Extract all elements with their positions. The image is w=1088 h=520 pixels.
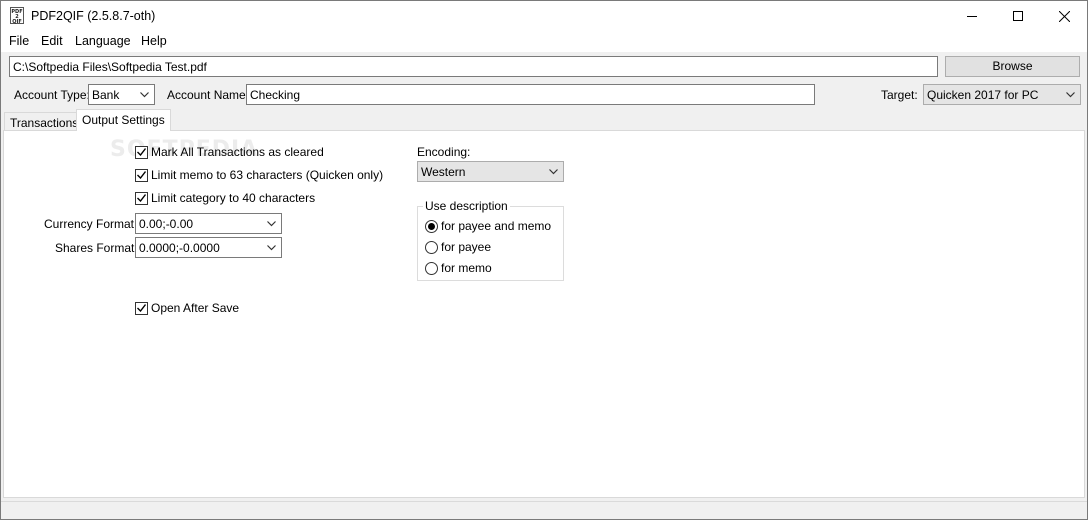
title-bar[interactable]: PDF 2 QIF PDF2QIF (2.5.8.7-oth) <box>1 1 1087 31</box>
encoding-value: Western <box>421 165 466 179</box>
target-select[interactable]: Quicken 2017 for PC <box>923 84 1081 105</box>
checkbox-box <box>135 191 148 205</box>
maximize-icon <box>1013 11 1023 21</box>
open-after-save-label: Open After Save <box>151 301 240 315</box>
menu-help[interactable]: Help <box>141 34 167 48</box>
radio-payee[interactable]: for payee <box>425 240 491 254</box>
mark-cleared-label: Mark All Transactions as cleared <box>151 145 324 159</box>
chevron-down-icon <box>137 87 151 102</box>
app-icon-text-3: QIF <box>12 19 22 25</box>
checkmark-icon <box>137 194 146 202</box>
radio-memo-label: for memo <box>441 261 492 275</box>
radio-memo[interactable]: for memo <box>425 261 492 275</box>
window-title: PDF2QIF (2.5.8.7-oth) <box>31 9 156 23</box>
limit-category-label: Limit category to 40 characters <box>151 191 316 205</box>
mark-cleared-checkbox[interactable]: Mark All Transactions as cleared <box>135 145 324 159</box>
chevron-down-icon <box>1063 87 1077 102</box>
encoding-select[interactable]: Western <box>417 161 564 182</box>
chevron-down-icon <box>264 216 278 231</box>
shares-format-select[interactable]: 0.0000;-0.0000 <box>135 237 282 258</box>
status-bar <box>1 501 1087 519</box>
file-path-input[interactable]: C:\Softpedia Files\Softpedia Test.pdf <box>9 56 938 77</box>
radio-payee-label: for payee <box>441 240 492 254</box>
shares-format-label: Shares Format: <box>55 241 138 255</box>
app-window: PDF 2 QIF PDF2QIF (2.5.8.7-oth) File Edi… <box>0 0 1088 520</box>
account-type-value: Bank <box>92 88 120 102</box>
currency-format-value: 0.00;-0.00 <box>139 217 194 231</box>
chevron-down-icon <box>264 240 278 255</box>
browse-button[interactable]: Browse <box>945 56 1080 77</box>
target-label: Target: <box>881 88 918 102</box>
checkmark-icon <box>137 171 146 179</box>
limit-memo-label: Limit memo to 63 characters (Quicken onl… <box>151 168 384 182</box>
minimize-icon <box>967 16 977 17</box>
currency-format-label: Currency Format: <box>44 217 138 231</box>
account-type-select[interactable]: Bank <box>88 84 155 105</box>
radio-payee-and-memo[interactable]: for payee and memo <box>425 219 551 233</box>
chevron-down-icon <box>546 164 560 179</box>
radio-selected-icon <box>425 219 438 233</box>
use-description-title: Use description <box>423 199 510 213</box>
limit-memo-checkbox[interactable]: Limit memo to 63 characters (Quicken onl… <box>135 168 383 182</box>
tab-transactions[interactable]: Transactions <box>4 112 85 132</box>
checkbox-box <box>135 301 148 315</box>
shares-format-value: 0.0000;-0.0000 <box>139 241 220 255</box>
close-icon <box>1058 10 1070 22</box>
close-button[interactable] <box>1041 1 1087 31</box>
target-value: Quicken 2017 for PC <box>927 88 1039 102</box>
menu-file[interactable]: File <box>9 34 29 48</box>
checkmark-icon <box>137 148 146 156</box>
minimize-button[interactable] <box>949 1 995 31</box>
menu-bar: File Edit Language Help <box>1 31 1087 52</box>
radio-unselected-icon <box>425 261 438 275</box>
menu-language[interactable]: Language <box>75 34 131 48</box>
checkmark-icon <box>137 304 146 312</box>
menu-edit[interactable]: Edit <box>41 34 63 48</box>
checkbox-box <box>135 145 148 159</box>
use-description-group: Use description for payee and memo for p… <box>417 199 564 281</box>
maximize-button[interactable] <box>995 1 1041 31</box>
tab-output-settings[interactable]: Output Settings <box>76 109 171 131</box>
account-name-input[interactable]: Checking <box>246 84 815 105</box>
account-name-label: Account Name: <box>167 88 250 102</box>
checkbox-box <box>135 168 148 182</box>
radio-unselected-icon <box>425 240 438 254</box>
account-type-label: Account Type: <box>14 88 90 102</box>
limit-category-checkbox[interactable]: Limit category to 40 characters <box>135 191 315 205</box>
app-icon: PDF 2 QIF <box>10 7 24 25</box>
encoding-label: Encoding: <box>417 145 471 159</box>
open-after-save-checkbox[interactable]: Open After Save <box>135 301 239 315</box>
currency-format-select[interactable]: 0.00;-0.00 <box>135 213 282 234</box>
output-settings-panel: SOFTPEDIA Mark All Transactions as clear… <box>3 130 1085 498</box>
radio-payee-and-memo-label: for payee and memo <box>441 219 552 233</box>
